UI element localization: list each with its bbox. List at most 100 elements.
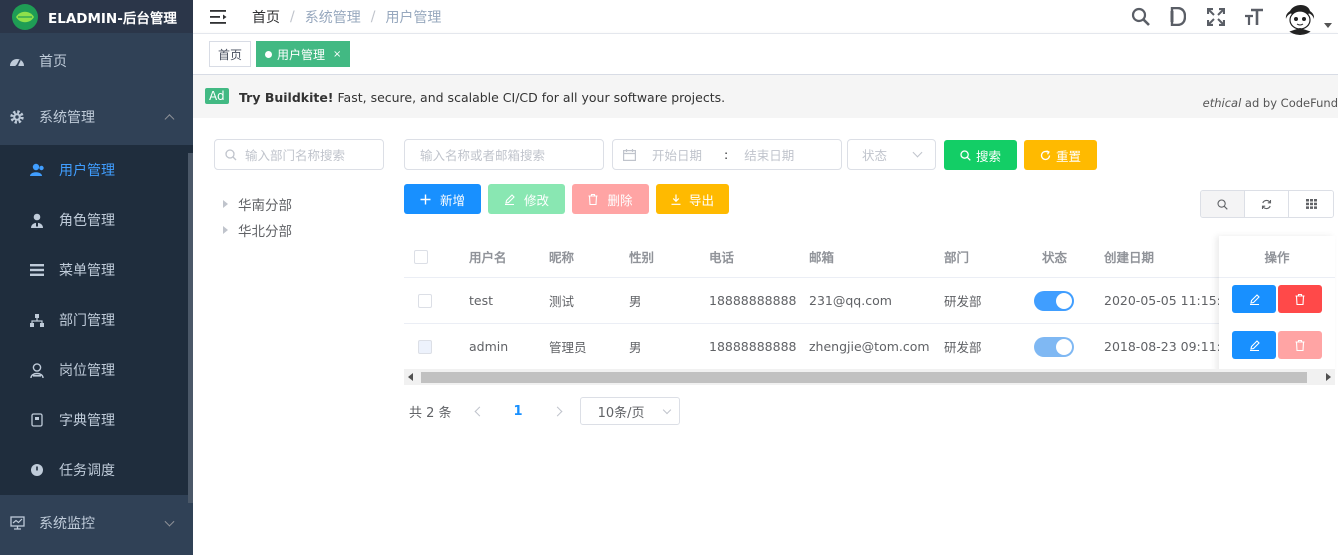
logo[interactable]: ELADMIN-后台管理 [0,0,193,33]
dashboard-icon [9,53,25,69]
docs-icon[interactable] [1168,7,1188,27]
sidebar-item-dict[interactable]: 字典管理 [0,395,193,445]
toggle-search-button[interactable] [1201,191,1245,217]
end-date-placeholder[interactable]: 结束日期 [744,145,794,164]
navbar-right [1130,0,1338,35]
date-separator: : [724,147,729,162]
font-size-icon[interactable] [1244,7,1264,27]
next-page-icon[interactable] [552,406,563,416]
sidebar-item-monitor[interactable]: 系统监控 [0,495,193,551]
export-button[interactable]: 导出 [656,184,729,214]
sidebar-item-users[interactable]: 用户管理 [0,145,193,195]
tag-home[interactable]: 首页 [209,41,252,67]
column-header[interactable]: 昵称 [549,247,574,266]
sidebar-item-posts[interactable]: 岗位管理 [0,345,193,395]
caret-right-icon[interactable] [223,200,228,208]
column-header[interactable]: 状态 [1042,247,1067,266]
dept-search-placeholder: 输入部门名称搜索 [245,148,346,163]
sidebar-item-home[interactable]: 首页 [0,33,193,89]
edit-icon [504,193,515,205]
refresh-button[interactable] [1245,191,1289,217]
row-edit-button[interactable] [1232,285,1276,313]
sidebar-item-system[interactable]: 系统管理 [0,89,193,145]
row-checkbox[interactable] [418,339,432,354]
scroll-right-icon[interactable] [1326,373,1331,381]
app-title: ELADMIN-后台管理 [48,10,177,27]
caret-down-icon[interactable] [1324,23,1332,28]
status-select[interactable]: 状态 [847,139,936,170]
sidebar-item-label: 系统管理 [39,110,95,126]
start-date-placeholder[interactable]: 开始日期 [652,145,702,164]
sidebar-item-label: 菜单管理 [59,263,115,279]
chevron-up-icon [164,114,175,125]
ad-headline: Try Buildkite! [239,90,334,105]
page-size-value: 10条/页 [597,405,645,421]
cell-dept: 研发部 [944,294,982,309]
status-placeholder: 状态 [862,148,888,163]
table-horizontal-scrollbar[interactable] [404,369,1335,385]
gear-icon [9,109,25,125]
avatar[interactable] [1282,0,1318,35]
hamburger-icon[interactable] [210,9,228,24]
table-row[interactable]: test 测试 男 18888888888 231@qq.com 研发部 202… [404,278,1335,324]
search-button[interactable]: 搜索 [944,140,1017,170]
delete-button[interactable]: 删除 [572,184,649,214]
keyword-search-input[interactable]: 输入名称或者邮箱搜索 [404,139,604,170]
column-header[interactable]: 性别 [629,247,654,266]
tree-node[interactable]: 华南分部 [223,191,292,217]
add-button-label: 新增 [439,192,465,208]
column-header[interactable]: 电话 [709,247,734,266]
row-edit-button[interactable] [1232,331,1276,359]
dept-search-input[interactable]: 输入部门名称搜索 [214,139,384,170]
role-icon [29,212,45,228]
search-icon[interactable] [1130,7,1150,27]
columns-button[interactable] [1289,191,1333,217]
scrollbar-thumb[interactable] [421,372,1307,383]
search-icon [960,149,971,161]
sidebar-item-depts[interactable]: 部门管理 [0,295,193,345]
menu-list-icon [29,262,45,278]
cell-gender: 男 [629,340,642,355]
date-range-picker[interactable]: 开始日期 : 结束日期 [612,139,842,170]
tag-user-management[interactable]: 用户管理 × [256,41,351,67]
post-icon [29,362,45,378]
edit-button[interactable]: 修改 [488,184,565,214]
status-switch[interactable] [1034,336,1074,357]
table-row[interactable]: admin 管理员 男 18888888888 zhengjie@tom.com… [404,324,1335,370]
chevron-down-icon [912,147,923,158]
page-size-select[interactable]: 10条/页 [579,397,680,425]
sidebar-item-roles[interactable]: 角色管理 [0,195,193,245]
caret-right-icon[interactable] [223,226,228,234]
fullscreen-icon[interactable] [1206,7,1226,27]
cell-nickname: 管理员 [549,340,587,355]
main-area: 首页 / 系统管理 / 用户管理 首页 用户管理 × Ad Try Buildk… [193,0,1338,555]
chevron-down-icon [662,405,671,415]
column-header[interactable]: 部门 [944,247,969,266]
page-number[interactable]: 1 [514,404,523,419]
sidebar-item-jobs[interactable]: 任务调度 [0,445,193,495]
scroll-left-icon[interactable] [408,373,413,381]
breadcrumb-home[interactable]: 首页 [252,7,280,27]
prev-page-icon[interactable] [474,406,484,416]
column-header[interactable]: 用户名 [469,247,507,266]
sidebar-item-label: 部门管理 [59,313,115,329]
row-delete-button[interactable] [1278,285,1322,313]
cell-email: 231@qq.com [809,293,892,308]
add-button[interactable]: 新增 [404,184,481,214]
ad-text[interactable]: Try Buildkite! Fast, secure, and scalabl… [239,90,725,105]
search-button-label: 搜索 [975,148,1001,164]
close-icon[interactable]: × [333,49,341,60]
sidebar-item-label: 用户管理 [59,163,115,179]
row-delete-button[interactable] [1278,331,1322,359]
tree-node[interactable]: 华北分部 [223,217,292,243]
row-checkbox[interactable] [418,293,432,308]
select-all-checkbox[interactable] [414,249,428,264]
column-header[interactable]: 邮箱 [809,247,834,266]
sidebar-item-label: 岗位管理 [59,363,115,379]
column-header[interactable]: 创建日期 [1104,247,1154,266]
ad-banner[interactable]: Ad Try Buildkite! Fast, secure, and scal… [193,75,1338,118]
status-switch[interactable] [1034,290,1074,311]
ad-credit[interactable]: ethical ad by CodeFund [1203,96,1338,110]
reset-button[interactable]: 重置 [1024,140,1097,170]
sidebar-item-menus[interactable]: 菜单管理 [0,245,193,295]
